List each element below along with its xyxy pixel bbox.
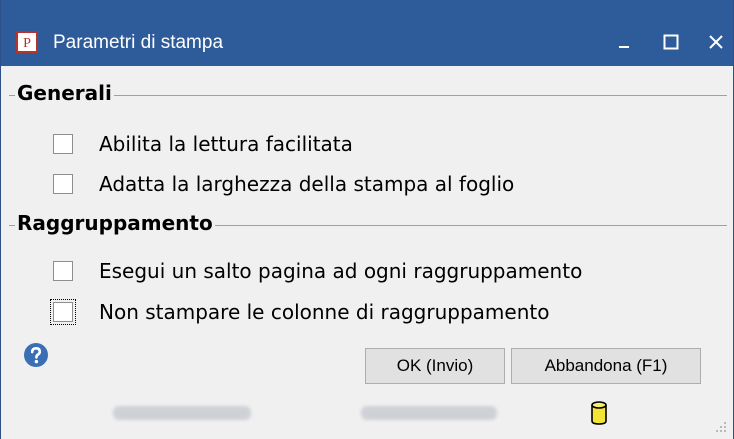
app-letter-p-icon: P bbox=[23, 36, 31, 49]
app-icon[interactable]: P bbox=[16, 31, 38, 53]
checkbox-salto-pagina[interactable] bbox=[53, 261, 73, 281]
option-label: Abilita la lettura facilitata bbox=[99, 132, 353, 156]
resize-grip-icon[interactable] bbox=[715, 421, 727, 433]
option-lettura-facilitata[interactable]: Abilita la lettura facilitata bbox=[53, 129, 353, 159]
ok-button[interactable]: OK (Invio) bbox=[365, 348, 505, 384]
status-field-redacted bbox=[113, 406, 251, 420]
close-button[interactable] bbox=[701, 26, 731, 58]
minimize-icon bbox=[619, 46, 629, 48]
checkbox-lettura-facilitata[interactable] bbox=[53, 134, 73, 154]
option-label: Non stampare le colonne di raggruppament… bbox=[99, 300, 550, 324]
option-non-stampare-colonne[interactable]: Non stampare le colonne di raggruppament… bbox=[50, 297, 550, 327]
checkbox-non-stampare-colonne[interactable] bbox=[50, 299, 76, 325]
option-salto-pagina[interactable]: Esegui un salto pagina ad ogni raggruppa… bbox=[53, 256, 582, 286]
status-field-redacted bbox=[361, 406, 497, 420]
database-icon bbox=[591, 401, 607, 425]
group-divider-generali bbox=[9, 95, 727, 96]
svg-text:P: P bbox=[23, 36, 31, 49]
window-title: Parametri di stampa bbox=[53, 32, 224, 53]
maximize-icon bbox=[663, 34, 679, 50]
close-icon bbox=[709, 35, 723, 49]
help-icon[interactable] bbox=[23, 342, 49, 368]
minimize-button[interactable] bbox=[609, 26, 639, 58]
cancel-button[interactable]: Abbandona (F1) bbox=[511, 348, 701, 384]
option-label: Adatta la larghezza della stampa al fogl… bbox=[99, 172, 515, 196]
option-label: Esegui un salto pagina ad ogni raggruppa… bbox=[99, 259, 583, 283]
title-bar[interactable]: P Parametri di stampa bbox=[1, 0, 733, 66]
maximize-button[interactable] bbox=[656, 26, 686, 58]
group-title-raggruppamento: Raggruppamento bbox=[15, 211, 215, 235]
option-adatta-larghezza[interactable]: Adatta la larghezza della stampa al fogl… bbox=[53, 169, 514, 199]
checkbox-adatta-larghezza[interactable] bbox=[53, 174, 73, 194]
group-title-generali: Generali bbox=[15, 81, 114, 105]
print-settings-dialog: P Parametri di stampa Generali Abilita l… bbox=[0, 0, 734, 439]
